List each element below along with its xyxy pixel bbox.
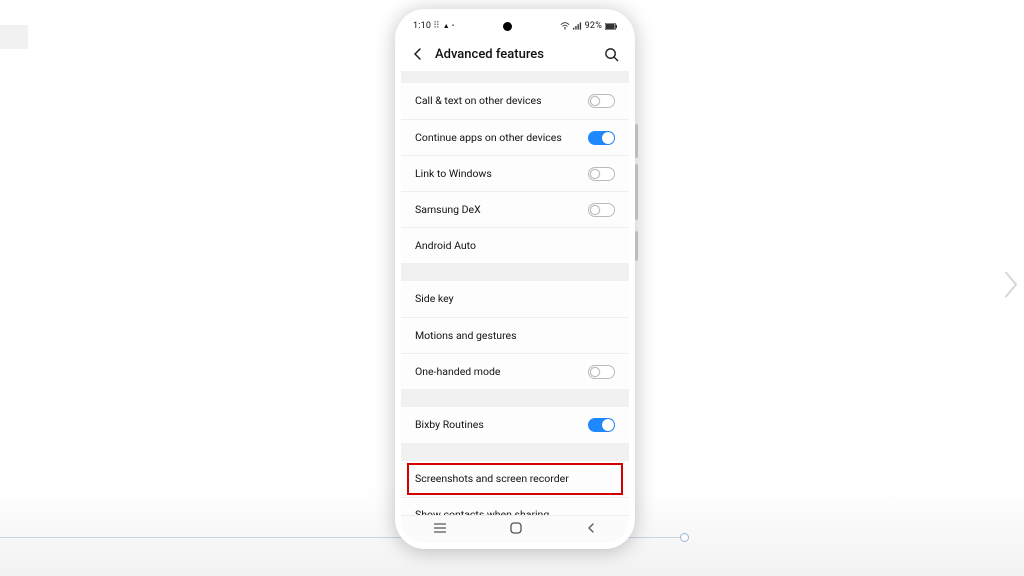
row-label: Bixby Routines [415, 408, 490, 442]
row-call-text[interactable]: Call & text on other devices [401, 83, 629, 119]
app-bar: Advanced features [401, 37, 629, 71]
settings-list[interactable]: Call & text on other devices Continue ap… [401, 71, 629, 515]
row-one-handed[interactable]: One-handed mode [401, 353, 629, 389]
status-bar: 1:10 ⠿ ▲ • 92% [401, 15, 629, 37]
home-icon[interactable] [509, 520, 523, 539]
row-motions-gestures[interactable]: Motions and gestures [401, 317, 629, 353]
row-continue-apps[interactable]: Continue apps on other devices [401, 119, 629, 155]
corner-tab [0, 25, 28, 49]
recents-icon[interactable] [432, 520, 448, 539]
row-link-windows[interactable]: Link to Windows [401, 155, 629, 191]
toggle-continue-apps[interactable] [588, 131, 615, 145]
battery-icon [605, 23, 617, 30]
search-icon[interactable] [604, 47, 619, 62]
row-label: One-handed mode [415, 355, 507, 389]
row-label: Android Auto [415, 229, 482, 263]
row-label: Samsung DeX [415, 193, 487, 227]
camera-punch-hole [503, 22, 512, 31]
toggle-link-windows[interactable] [588, 167, 615, 181]
status-small-icon: ▲ • [443, 22, 455, 30]
back-icon[interactable] [411, 47, 425, 61]
row-label: Continue apps on other devices [415, 121, 568, 155]
row-screenshots-recorder[interactable]: Screenshots and screen recorder [401, 461, 629, 497]
back-nav-icon[interactable] [584, 520, 598, 539]
row-samsung-dex[interactable]: Samsung DeX [401, 191, 629, 227]
row-label: Link to Windows [415, 157, 498, 191]
toggle-call-text[interactable] [588, 94, 615, 108]
signal-icon [573, 22, 582, 30]
battery-percent: 92% [585, 21, 602, 31]
toggle-samsung-dex[interactable] [588, 203, 615, 217]
phone-mockup: 1:10 ⠿ ▲ • 92% [395, 9, 635, 549]
wifi-icon [560, 22, 570, 30]
row-show-contacts[interactable]: Show contacts when sharing content [401, 497, 629, 515]
row-label: Motions and gestures [415, 319, 523, 353]
row-label: Screenshots and screen recorder [415, 462, 575, 496]
page-title: Advanced features [435, 47, 594, 62]
toggle-one-handed[interactable] [588, 365, 615, 379]
row-side-key[interactable]: Side key [401, 281, 629, 317]
toggle-bixby[interactable] [588, 418, 615, 432]
row-label: Show contacts when sharing content [415, 498, 588, 515]
status-time: 1:10 [413, 21, 431, 31]
row-label: Side key [415, 282, 460, 316]
next-slide-icon[interactable] [1002, 270, 1020, 307]
row-label: Call & text on other devices [415, 84, 548, 118]
status-notif-dots: ⠿ [433, 21, 441, 31]
system-nav-bar [401, 515, 629, 543]
row-android-auto[interactable]: Android Auto [401, 227, 629, 263]
row-bixby-routines[interactable]: Bixby Routines [401, 407, 629, 443]
timeline-dot[interactable] [680, 533, 689, 542]
